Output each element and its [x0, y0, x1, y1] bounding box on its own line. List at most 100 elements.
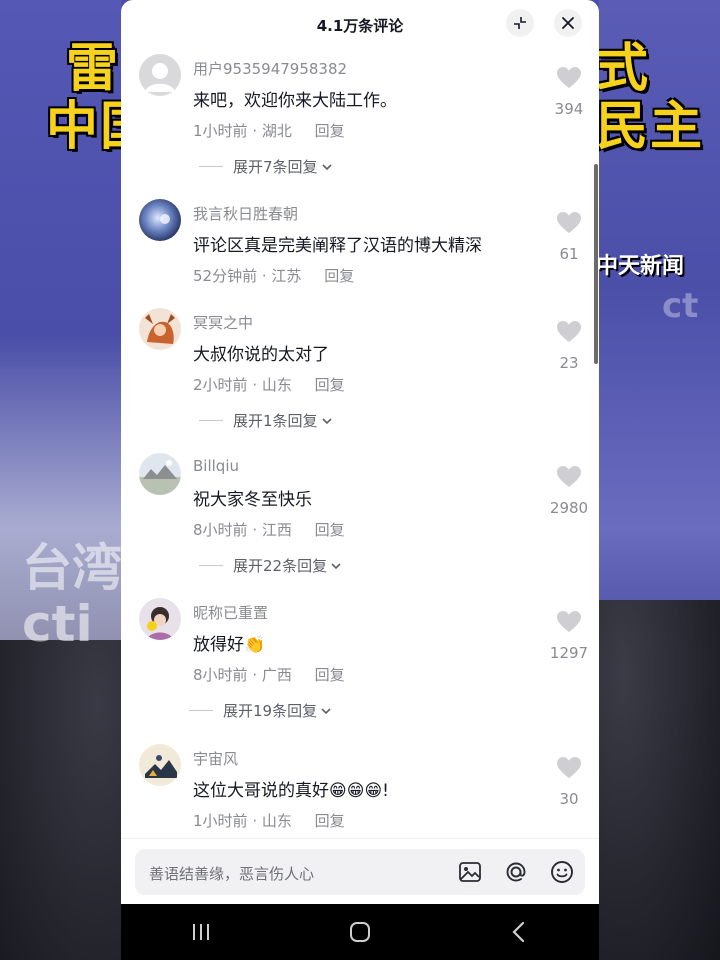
comment-text: 放得好👏 — [193, 635, 266, 655]
like-count: 2980 — [549, 499, 589, 517]
scrollbar[interactable] — [594, 164, 598, 364]
like-count: 1297 — [549, 644, 589, 662]
comment-location: 江苏 — [271, 267, 302, 285]
image-icon — [459, 862, 481, 882]
heart-icon — [557, 67, 581, 88]
divider — [199, 166, 223, 167]
comment-location: 湖北 — [261, 122, 292, 140]
avatar[interactable] — [139, 744, 181, 786]
expand-replies-label: 展开22条回复 — [233, 557, 328, 575]
comment-header: 4.1万条评论 — [121, 0, 599, 52]
expand-replies-label: 展开1条回复 — [233, 412, 318, 430]
recents-icon — [192, 924, 209, 940]
like-button[interactable]: 23 — [549, 320, 589, 372]
avatar[interactable] — [139, 453, 181, 495]
divider — [189, 710, 213, 711]
collapse-icon — [514, 17, 526, 29]
comment-meta: 8小时前 · 江西 回复 — [193, 521, 345, 539]
comment-text: 祝大家冬至快乐 — [193, 490, 312, 510]
video-logo: ct — [662, 286, 699, 326]
reply-button[interactable]: 回复 — [315, 376, 345, 394]
comment-meta: 2小时前 · 山东 回复 — [193, 376, 345, 394]
comment-meta: 8小时前 · 广西 回复 — [193, 666, 345, 684]
comment-text: 大叔你说的太对了 — [193, 345, 329, 365]
avatar[interactable] — [139, 308, 181, 350]
like-button[interactable]: 30 — [549, 756, 589, 808]
comment-time: 8小时前 — [193, 666, 248, 684]
comment-time: 52分钟前 — [193, 267, 258, 285]
comment-username[interactable]: Billqiu — [193, 457, 239, 475]
like-count: 23 — [559, 354, 579, 372]
avatar[interactable] — [139, 54, 181, 96]
image-button[interactable] — [457, 859, 483, 885]
expand-replies-button[interactable]: 展开7条回复 — [199, 156, 333, 177]
heart-icon — [557, 466, 581, 487]
like-button[interactable]: 1297 — [549, 610, 589, 662]
home-button[interactable] — [330, 912, 390, 952]
comment-time: 1小时前 — [193, 122, 248, 140]
emoji-button[interactable] — [549, 859, 575, 885]
comment-input-bar: 善语结善缘，恶言伤人心 — [121, 838, 599, 905]
comment-time: 1小时前 — [193, 812, 248, 830]
recents-button[interactable] — [171, 912, 231, 952]
comment-sheet: 4.1万条评论 用户9535947958382 来吧，欢迎你来大陆工作。 1小时… — [121, 0, 599, 904]
comment-location: 广西 — [261, 666, 292, 684]
comment-list[interactable]: 用户9535947958382 来吧，欢迎你来大陆工作。 1小时前 · 湖北 回… — [121, 52, 599, 838]
avatar[interactable] — [139, 199, 181, 241]
chevron-down-icon — [321, 163, 332, 170]
comment-time: 2小时前 — [193, 376, 248, 394]
like-button[interactable]: 61 — [549, 211, 589, 263]
comment-username[interactable]: 我言秋日胜春朝 — [193, 203, 298, 224]
comment-time: 8小时前 — [193, 521, 248, 539]
comment-meta: 1小时前 · 山东 回复 — [193, 812, 345, 830]
back-button[interactable] — [489, 912, 549, 952]
video-person-right — [599, 600, 720, 960]
video-side-text: 台湾 cti — [22, 539, 122, 653]
reply-button[interactable]: 回复 — [315, 812, 345, 830]
close-button[interactable] — [554, 9, 582, 37]
heart-icon — [557, 212, 581, 233]
expand-replies-label: 展开7条回复 — [233, 158, 318, 176]
comment-username[interactable]: 昵称已重置 — [193, 602, 268, 623]
system-nav-bar — [121, 904, 599, 960]
expand-replies-button[interactable]: 展开1条回复 — [199, 410, 333, 431]
reply-button[interactable]: 回复 — [315, 122, 345, 140]
comment-text: 来吧，欢迎你来大陆工作。 — [193, 91, 397, 111]
comment-input[interactable]: 善语结善缘，恶言伤人心 — [135, 849, 585, 895]
comment-text: 这位大哥说的真好😁😁😁! — [193, 781, 389, 801]
comment-username[interactable]: 冥冥之中 — [193, 312, 253, 333]
expand-replies-button[interactable]: 展开22条回复 — [199, 555, 342, 576]
like-button[interactable]: 2980 — [549, 465, 589, 517]
expand-replies-label: 展开19条回复 — [223, 702, 318, 720]
avatar[interactable] — [139, 598, 181, 640]
like-count: 30 — [559, 790, 579, 808]
comment-meta: 1小时前 · 湖北 回复 — [193, 122, 345, 140]
heart-icon — [557, 321, 581, 342]
collapse-button[interactable] — [506, 9, 534, 37]
divider — [199, 565, 223, 566]
video-person-left — [0, 640, 121, 960]
heart-icon — [557, 757, 581, 778]
like-button[interactable]: 394 — [549, 66, 589, 118]
emoji-icon — [551, 861, 573, 883]
chevron-down-icon — [321, 707, 331, 714]
heart-icon — [557, 611, 581, 632]
chevron-down-icon — [331, 562, 341, 569]
divider — [199, 420, 223, 421]
back-icon — [512, 921, 525, 943]
comment-meta: 52分钟前 · 江苏 回复 — [193, 267, 355, 285]
close-icon — [562, 17, 574, 29]
comment-location: 江西 — [261, 521, 292, 539]
comment-username[interactable]: 用户9535947958382 — [193, 58, 347, 79]
comment-username[interactable]: 宇宙风 — [193, 748, 238, 769]
video-title-right-2: 民主 — [596, 97, 705, 157]
reply-button[interactable]: 回复 — [315, 521, 345, 539]
comment-location: 山东 — [261, 376, 292, 394]
reply-button[interactable]: 回复 — [315, 666, 345, 684]
video-channel-text: 中天新闻 — [596, 254, 685, 279]
comment-input-placeholder: 善语结善缘，恶言伤人心 — [149, 865, 315, 883]
mention-button[interactable] — [503, 859, 529, 885]
reply-button[interactable]: 回复 — [324, 267, 354, 285]
expand-replies-button[interactable]: 展开19条回复 — [189, 700, 332, 721]
chevron-down-icon — [321, 417, 332, 424]
